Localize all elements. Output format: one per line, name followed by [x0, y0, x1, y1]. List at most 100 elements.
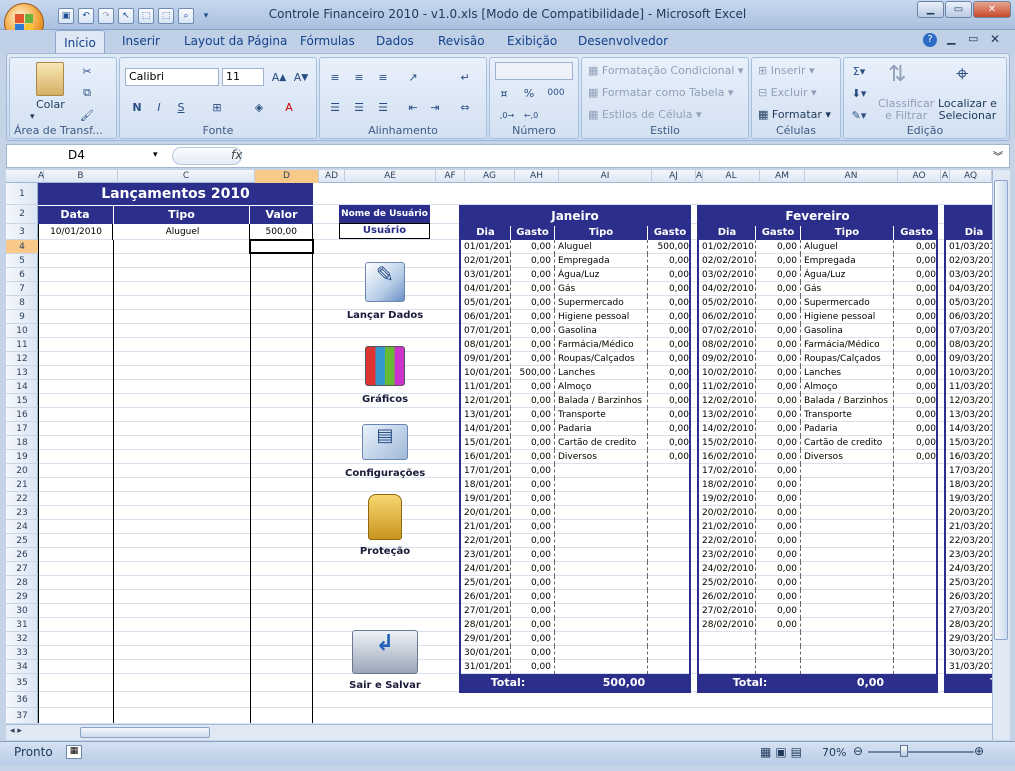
day-spend-cell[interactable]: 0,00: [511, 380, 555, 394]
column-header-aq[interactable]: AQ: [950, 170, 992, 183]
category-cell[interactable]: [555, 618, 648, 632]
row-header-17[interactable]: 17: [6, 422, 38, 436]
column-header-ag[interactable]: AG: [465, 170, 515, 183]
day-spend-cell[interactable]: 0,00: [511, 240, 555, 254]
day-spend-cell[interactable]: 0,00: [511, 632, 555, 646]
month-row[interactable]: 29/03/2010: [946, 632, 992, 646]
month-row[interactable]: 27/02/2010 0,00: [699, 604, 936, 618]
category-spend-cell[interactable]: 0,00: [648, 450, 689, 464]
month-row[interactable]: 11/01/2010 0,00 Almoço 0,00: [461, 380, 689, 394]
day-cell[interactable]: 07/02/2010: [699, 324, 756, 338]
category-cell[interactable]: Transporte: [555, 408, 648, 422]
select-multiple-icon[interactable]: ⬚: [158, 8, 174, 24]
month-row[interactable]: 08/02/2010 0,00 Farmácia/Médico 0,00: [699, 338, 936, 352]
month-row[interactable]: 14/02/2010 0,00 Padaria 0,00: [699, 422, 936, 436]
category-cell[interactable]: Empregada: [801, 254, 894, 268]
day-cell[interactable]: 29/01/2010: [461, 632, 511, 646]
month-row[interactable]: 31/03/2010: [946, 660, 992, 674]
day-cell[interactable]: 24/02/2010: [699, 562, 756, 576]
tab-exibicao[interactable]: Exibição: [507, 34, 557, 48]
month-row[interactable]: 18/01/2010 0,00: [461, 478, 689, 492]
category-cell[interactable]: Almoço: [801, 380, 894, 394]
category-spend-cell[interactable]: [894, 506, 936, 520]
day-spend-cell[interactable]: 0,00: [511, 646, 555, 660]
font-name-select[interactable]: Calibri: [125, 68, 219, 86]
day-cell[interactable]: 24/01/2010: [461, 562, 511, 576]
column-header-aj[interactable]: AJ: [652, 170, 696, 183]
category-spend-cell[interactable]: [648, 534, 689, 548]
help-icon[interactable]: ?: [923, 33, 937, 47]
align-bottom-icon[interactable]: ≡: [374, 68, 392, 86]
day-spend-cell[interactable]: 0,00: [756, 492, 801, 506]
month-row[interactable]: 02/03/2010: [946, 254, 992, 268]
decrease-indent-icon[interactable]: ⇤: [404, 98, 422, 116]
day-spend-cell[interactable]: 0,00: [511, 618, 555, 632]
category-spend-cell[interactable]: [894, 464, 936, 478]
category-cell[interactable]: Transporte: [801, 408, 894, 422]
category-cell[interactable]: Farmácia/Médico: [801, 338, 894, 352]
day-spend-cell[interactable]: 0,00: [756, 436, 801, 450]
day-cell[interactable]: 31/03/2010: [946, 660, 992, 674]
day-spend-cell[interactable]: 0,00: [756, 352, 801, 366]
month-row[interactable]: 19/02/2010 0,00: [699, 492, 936, 506]
day-spend-cell[interactable]: 0,00: [756, 408, 801, 422]
category-spend-cell[interactable]: 0,00: [648, 254, 689, 268]
day-spend-cell[interactable]: 0,00: [511, 408, 555, 422]
row-header-9[interactable]: 9: [6, 310, 38, 324]
day-cell[interactable]: 28/01/2010: [461, 618, 511, 632]
category-spend-cell[interactable]: [648, 506, 689, 520]
category-spend-cell[interactable]: [648, 520, 689, 534]
month-row[interactable]: 15/01/2010 0,00 Cartão de credito 0,00: [461, 436, 689, 450]
column-header-d[interactable]: D: [255, 170, 319, 183]
month-row[interactable]: 24/01/2010 0,00: [461, 562, 689, 576]
day-spend-cell[interactable]: 0,00: [756, 394, 801, 408]
day-cell[interactable]: 25/02/2010: [699, 576, 756, 590]
day-spend-cell[interactable]: 0,00: [511, 282, 555, 296]
month-row[interactable]: 07/01/2010 0,00 Gasolina 0,00: [461, 324, 689, 338]
active-cell-D4[interactable]: [249, 239, 314, 254]
autosum-icon[interactable]: Σ▾: [850, 62, 868, 80]
category-spend-cell[interactable]: 500,00: [648, 240, 690, 254]
day-cell[interactable]: 15/02/2010: [699, 436, 756, 450]
day-spend-cell[interactable]: 0,00: [756, 380, 801, 394]
day-cell[interactable]: 19/01/2010: [461, 492, 511, 506]
day-cell[interactable]: 14/02/2010: [699, 422, 756, 436]
month-row[interactable]: 03/03/2010: [946, 268, 992, 282]
graficos-button[interactable]: Gráficos: [345, 346, 425, 405]
category-spend-cell[interactable]: [894, 646, 936, 660]
day-cell[interactable]: 10/02/2010: [699, 366, 756, 380]
month-row[interactable]: 23/03/2010: [946, 548, 992, 562]
category-spend-cell[interactable]: [648, 660, 689, 674]
row-header-12[interactable]: 12: [6, 352, 38, 366]
month-row[interactable]: 27/03/2010: [946, 604, 992, 618]
day-spend-cell[interactable]: 0,00: [511, 436, 555, 450]
month-row[interactable]: 18/03/2010: [946, 478, 992, 492]
day-cell[interactable]: 24/03/2010: [946, 562, 992, 576]
category-spend-cell[interactable]: [894, 576, 936, 590]
lancamento-valor[interactable]: 500,00: [251, 224, 312, 240]
category-cell[interactable]: [801, 520, 894, 534]
row-header-14[interactable]: 14: [6, 380, 38, 394]
font-color-icon[interactable]: A: [280, 98, 298, 116]
undo-icon[interactable]: ↶: [78, 8, 94, 24]
month-row[interactable]: 09/01/2010 0,00 Roupas/Calçados 0,00: [461, 352, 689, 366]
day-cell[interactable]: 08/03/2010: [946, 338, 992, 352]
maximize-button[interactable]: ▭: [945, 1, 972, 18]
day-cell[interactable]: 02/03/2010: [946, 254, 992, 268]
day-spend-cell[interactable]: 0,00: [756, 296, 801, 310]
day-spend-cell[interactable]: 0,00: [511, 422, 555, 436]
day-cell[interactable]: 23/01/2010: [461, 548, 511, 562]
tab-revisao[interactable]: Revisão: [438, 34, 485, 48]
column-header-a[interactable]: A: [696, 170, 703, 183]
month-row[interactable]: 26/01/2010 0,00: [461, 590, 689, 604]
day-cell[interactable]: 16/01/2010: [461, 450, 511, 464]
category-spend-cell[interactable]: [894, 478, 936, 492]
row-header-28[interactable]: 28: [6, 576, 38, 590]
category-spend-cell[interactable]: 0,00: [894, 408, 936, 422]
conditional-formatting-button[interactable]: ▦ Formatação Condicional ▾: [588, 64, 743, 77]
category-spend-cell[interactable]: [648, 590, 689, 604]
day-cell[interactable]: 01/03/2010: [946, 240, 992, 254]
day-cell[interactable]: 02/01/2010: [461, 254, 511, 268]
day-cell[interactable]: 03/02/2010: [699, 268, 756, 282]
zoom-in-icon[interactable]: ⊕: [974, 744, 984, 758]
